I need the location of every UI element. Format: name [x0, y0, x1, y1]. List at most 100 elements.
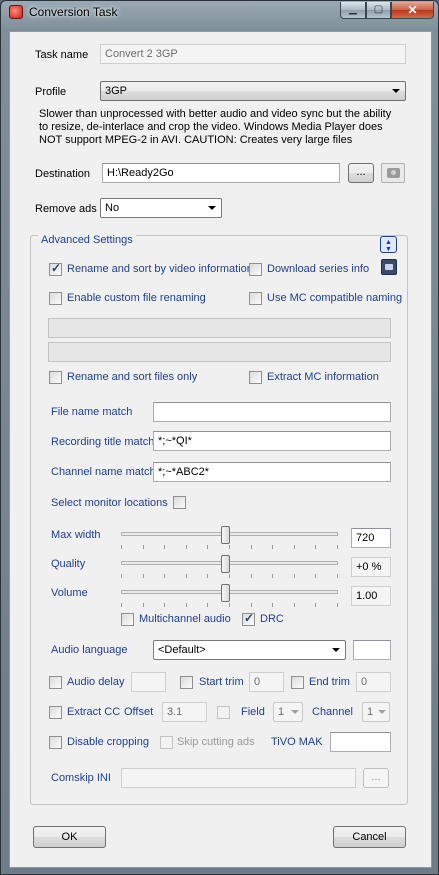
- audio-language-code-field[interactable]: [353, 640, 391, 660]
- audio-language-select[interactable]: <Default>: [153, 640, 346, 660]
- slider-tick: [229, 545, 230, 549]
- slider-tick: [121, 574, 122, 578]
- start-trim-checkbox[interactable]: [180, 676, 193, 689]
- field-select[interactable]: 1: [273, 702, 303, 722]
- file-name-match-field[interactable]: [153, 402, 391, 422]
- drc-checkbox[interactable]: [242, 611, 255, 626]
- profile-select-value: 3GP: [105, 85, 128, 97]
- destination-camera-button[interactable]: [381, 163, 405, 183]
- comskip-ini-field[interactable]: [121, 768, 356, 788]
- download-series-info-checkbox[interactable]: [249, 263, 262, 276]
- quality-field[interactable]: +0 %: [351, 557, 391, 577]
- slider-tick: [164, 545, 165, 549]
- chevron-down-icon: [291, 710, 299, 714]
- comskip-browse-button[interactable]: ...: [363, 768, 389, 788]
- close-button[interactable]: ✕: [391, 2, 434, 19]
- extract-cc-checkbox[interactable]: [49, 706, 62, 719]
- window-title: Conversion Task: [29, 5, 118, 19]
- slider-tick: [294, 545, 295, 549]
- custom-renaming-field[interactable]: [48, 318, 391, 338]
- rename-sort-video-checkbox[interactable]: [49, 261, 62, 276]
- maximize-button[interactable]: ▢: [366, 2, 391, 19]
- chevron-down-icon: [208, 206, 216, 210]
- multichannel-audio-checkbox[interactable]: [121, 613, 134, 626]
- conversion-task-window: Conversion Task ▁ ▢ ✕ Task name Convert …: [0, 0, 439, 875]
- comskip-ini-label: Comskip INI: [51, 772, 111, 784]
- field-label: Field: [241, 706, 265, 718]
- offset-field[interactable]: 3.1: [162, 702, 207, 722]
- skip-cutting-ads-checkbox[interactable]: [160, 736, 173, 749]
- channel-name-match-field[interactable]: *;~*ABC2*: [153, 462, 391, 482]
- custom-renaming-field-2[interactable]: [48, 342, 391, 362]
- remove-ads-value: No: [105, 202, 120, 214]
- slider-tick: [143, 574, 144, 578]
- collapse-toggle-button[interactable]: ▲▼: [380, 236, 397, 253]
- quality-label: Quality: [51, 558, 86, 570]
- chevron-down-icon: [378, 710, 386, 714]
- use-mc-naming-checkbox[interactable]: [249, 292, 262, 305]
- slider-tick: [272, 574, 273, 578]
- slider-tick: [164, 603, 165, 607]
- disable-cropping-label: Disable cropping: [67, 736, 149, 748]
- select-monitor-label: Select monitor locations: [51, 497, 168, 509]
- start-trim-label: Start trim: [199, 676, 244, 688]
- minimize-icon: ▁: [349, 4, 357, 15]
- destination-field[interactable]: H:\Ready2Go: [102, 163, 340, 183]
- ok-button[interactable]: OK: [33, 826, 106, 848]
- slider-tick: [229, 603, 230, 607]
- max-width-slider-thumb[interactable]: [221, 526, 230, 544]
- enable-custom-renaming-checkbox[interactable]: [49, 292, 62, 305]
- extract-mc-info-label: Extract MC information: [267, 371, 379, 383]
- slider-tick: [186, 603, 187, 607]
- minimize-button[interactable]: ▁: [340, 2, 366, 19]
- slider-tick: [164, 574, 165, 578]
- slider-tick: [207, 574, 208, 578]
- start-trim-field[interactable]: 0: [249, 672, 284, 692]
- profile-label: Profile: [35, 86, 67, 98]
- profile-select[interactable]: 3GP: [100, 81, 406, 101]
- chevron-down-icon: [392, 89, 400, 93]
- channel-select[interactable]: 1: [362, 702, 390, 722]
- remove-ads-select[interactable]: No: [100, 198, 222, 218]
- destination-label: Destination: [35, 168, 91, 180]
- channel-label: Channel: [312, 706, 353, 718]
- end-trim-field[interactable]: 0: [356, 672, 391, 692]
- max-width-field[interactable]: 720: [351, 528, 391, 548]
- recording-title-match-field[interactable]: *;~*QI*: [153, 431, 391, 451]
- slider-tick: [251, 603, 252, 607]
- slider-tick: [143, 545, 144, 549]
- task-name-field[interactable]: Convert 2 3GP: [100, 44, 406, 64]
- volume-slider-thumb[interactable]: [221, 584, 230, 602]
- field-select-value: 1: [278, 706, 285, 718]
- slider-tick: [251, 545, 252, 549]
- extract-mc-info-checkbox[interactable]: [249, 371, 262, 384]
- camera-icon: [387, 168, 400, 178]
- audio-delay-checkbox[interactable]: [49, 676, 62, 689]
- slider-tick: [315, 574, 316, 578]
- remove-ads-label: Remove ads: [35, 203, 97, 215]
- rename-sort-files-only-checkbox[interactable]: [49, 371, 62, 384]
- volume-field[interactable]: 1.00: [351, 586, 391, 606]
- slider-tick: [186, 574, 187, 578]
- quality-ticks: [121, 574, 338, 578]
- destination-browse-button[interactable]: ...: [348, 163, 374, 183]
- volume-label: Volume: [51, 587, 88, 599]
- tivo-mak-field[interactable]: [330, 732, 391, 752]
- enable-custom-renaming-label: Enable custom file renaming: [67, 292, 206, 304]
- audio-delay-field[interactable]: [131, 672, 166, 692]
- title-bar[interactable]: Conversion Task ▁ ▢ ✕: [1, 1, 438, 25]
- series-info-icon[interactable]: [381, 259, 397, 275]
- field-checkbox[interactable]: [217, 706, 230, 719]
- slider-tick: [294, 603, 295, 607]
- tivo-mak-label: TiVO MAK: [271, 736, 323, 748]
- end-trim-checkbox[interactable]: [291, 676, 304, 689]
- max-width-ticks: [121, 545, 338, 549]
- maximize-icon: ▢: [373, 4, 384, 15]
- select-monitor-checkbox[interactable]: [173, 496, 186, 509]
- channel-name-match-label: Channel name match: [51, 466, 156, 478]
- disable-cropping-checkbox[interactable]: [49, 736, 62, 749]
- slider-tick: [337, 603, 338, 607]
- cancel-button[interactable]: Cancel: [333, 826, 406, 848]
- collapse-icon: ▲▼: [385, 239, 392, 253]
- quality-slider-thumb[interactable]: [221, 555, 230, 573]
